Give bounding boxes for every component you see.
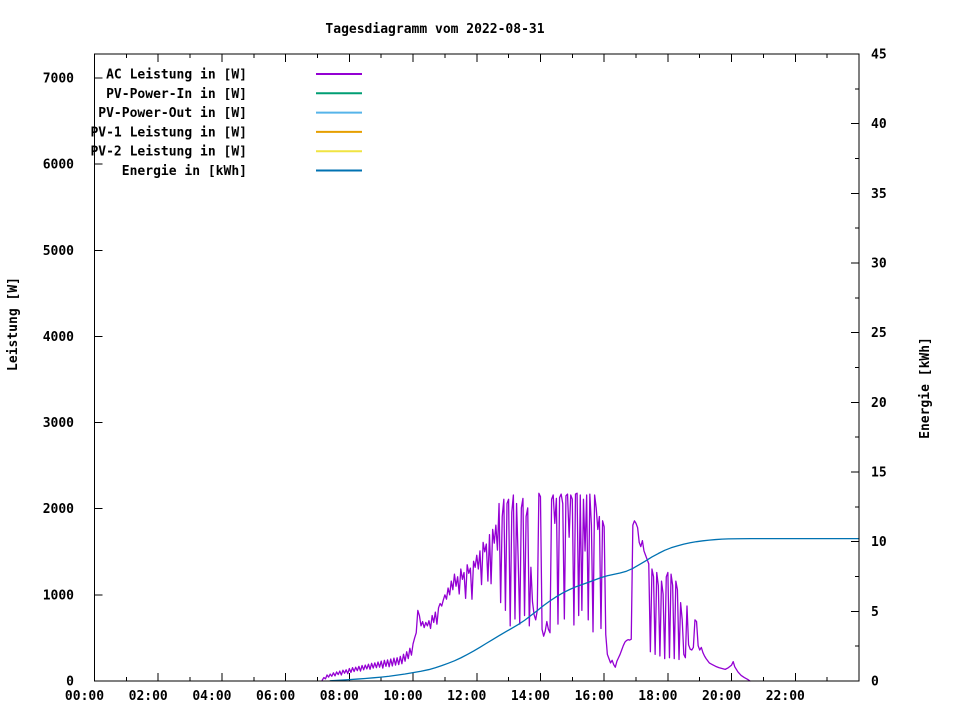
- legend-label: Energie in [kWh]: [122, 164, 247, 179]
- data-curves: [321, 492, 860, 682]
- y-left-axis-title: Leistung [W]: [6, 277, 21, 371]
- y-right-axis-title: Energie [kWh]: [918, 337, 933, 439]
- x-tick-label: 08:00: [320, 689, 359, 704]
- y-left-tick-label: 0: [66, 675, 74, 690]
- legend-label: PV-1 Leistung in [W]: [90, 125, 247, 140]
- y-left-tick-label: 5000: [43, 244, 74, 259]
- legend-label: PV-Power-Out in [W]: [98, 106, 247, 121]
- legend-entry: PV-1 Leistung in [W]: [90, 125, 362, 140]
- y-right-tick-label: 0: [871, 675, 879, 690]
- series-energie-in-kwh: [329, 537, 860, 682]
- legend-label: PV-2 Leistung in [W]: [90, 145, 247, 160]
- x-tick-label: 02:00: [129, 689, 168, 704]
- x-tick-label: 14:00: [511, 689, 550, 704]
- y-left-tick-label: 7000: [43, 72, 74, 87]
- y-right-tick-label: 40: [871, 117, 887, 132]
- y-left-tick-label: 2000: [43, 502, 74, 517]
- chart-canvas: Tagesdiagramm vom 2022-08-31 Leistung [W…: [6, 22, 933, 704]
- y-right-tick-label: 5: [871, 605, 879, 620]
- y-right-tick-label: 20: [871, 396, 887, 411]
- legend-label: PV-Power-In in [W]: [106, 87, 247, 102]
- x-tick-label: 10:00: [383, 689, 422, 704]
- y-right-tick-label: 45: [871, 48, 887, 63]
- y-left-tick-label: 1000: [43, 588, 74, 603]
- legend-entry: PV-Power-In in [W]: [106, 87, 362, 102]
- chart-legend: AC Leistung in [W] PV-Power-In in [W] PV-P…: [90, 68, 362, 179]
- y-right-tick-label: 10: [871, 535, 887, 550]
- x-tick-label: 00:00: [65, 689, 104, 704]
- y-left-tick-label: 4000: [43, 330, 74, 345]
- series-ac-leistung-in-w: [321, 492, 751, 682]
- y-right-tick-label: 15: [871, 466, 887, 481]
- x-tick-label: 22:00: [766, 689, 805, 704]
- tagesdiagramm-chart: Tagesdiagramm vom 2022-08-31 Leistung [W…: [0, 0, 960, 720]
- legend-entry: PV-Power-Out in [W]: [98, 106, 362, 121]
- legend-label: AC Leistung in [W]: [106, 68, 247, 83]
- legend-entry: PV-2 Leistung in [W]: [90, 145, 362, 160]
- legend-entry: Energie in [kWh]: [122, 164, 362, 179]
- x-tick-label: 04:00: [192, 689, 231, 704]
- x-tick-label: 06:00: [256, 689, 295, 704]
- chart-title: Tagesdiagramm vom 2022-08-31: [325, 22, 544, 37]
- y-right-tick-label: 30: [871, 257, 887, 272]
- x-tick-label: 18:00: [638, 689, 677, 704]
- x-tick-label: 16:00: [575, 689, 614, 704]
- y-right-tick-label: 25: [871, 326, 887, 341]
- y-left-tick-label: 3000: [43, 416, 74, 431]
- x-tick-label: 12:00: [447, 689, 486, 704]
- y-left-tick-label: 6000: [43, 158, 74, 173]
- y-right-tick-label: 35: [871, 187, 887, 202]
- legend-entry: AC Leistung in [W]: [106, 68, 362, 83]
- x-tick-label: 20:00: [702, 689, 741, 704]
